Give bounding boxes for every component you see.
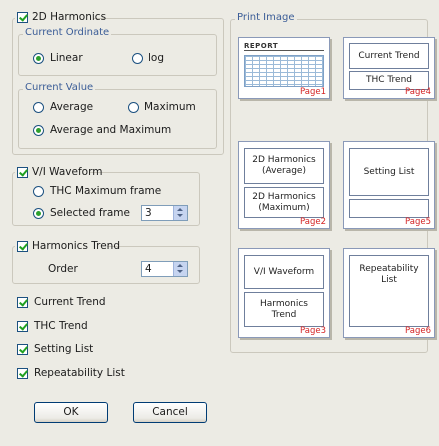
frame-spinner-value: 3	[145, 207, 152, 219]
vi-waveform-header[interactable]: V/I Waveform	[15, 166, 102, 180]
radio-thc-maximum-frame[interactable]: THC Maximum frame	[33, 185, 173, 198]
page6-repeatability-list-box: Repeatability List	[349, 255, 429, 327]
page3-vi-waveform-box: V/I Waveform	[244, 255, 324, 289]
print-image-legend: Print Image	[235, 12, 297, 24]
thc-trend-checkbox[interactable]	[17, 321, 28, 332]
vi-waveform-label: V/I Waveform	[32, 166, 103, 178]
ok-button[interactable]: OK	[34, 402, 108, 423]
frame-spinner[interactable]: 3	[141, 205, 188, 221]
radio-log[interactable]: log	[132, 52, 172, 65]
vi-waveform-checkbox[interactable]	[17, 167, 28, 178]
order-spinner-value: 4	[145, 263, 152, 275]
page-thumbnail-3[interactable]: V/I Waveform Harmonics Trend Page3	[238, 248, 330, 338]
harmonics-trend-checkbox[interactable]	[17, 241, 28, 252]
order-spinner[interactable]: 4	[141, 261, 188, 277]
report-title: REPORT	[244, 42, 279, 50]
thc-trend-label: THC Trend	[34, 320, 88, 332]
radio-linear-label: Linear	[50, 52, 83, 64]
page-thumbnail-6[interactable]: Repeatability List Page6	[343, 248, 435, 338]
current-ordinate-legend: Current Ordinate	[23, 27, 112, 39]
page5-empty-box	[349, 199, 429, 218]
radio-thc-maximum-frame-button[interactable]	[33, 186, 44, 197]
order-spinner-arrows-icon[interactable]	[173, 262, 187, 276]
page4-current-trend-box: Current Trend	[349, 43, 429, 69]
radio-average-and-maximum[interactable]: Average and Maximum	[33, 124, 183, 137]
harmonics-2d-header[interactable]: 2D Harmonics	[15, 11, 106, 25]
harmonics-2d-label: 2D Harmonics	[32, 11, 107, 23]
radio-average-and-maximum-button[interactable]	[33, 125, 44, 136]
report-divider	[244, 50, 324, 51]
radio-log-label: log	[148, 52, 165, 64]
harmonics-trend-header[interactable]: Harmonics Trend	[15, 240, 120, 254]
radio-average[interactable]: Average	[33, 101, 113, 114]
page-number-6: Page6	[405, 326, 431, 336]
page-thumbnail-4[interactable]: Current Trend THC Trend Page4	[343, 37, 435, 99]
radio-maximum[interactable]: Maximum	[128, 101, 208, 114]
radio-linear[interactable]: Linear	[33, 52, 93, 65]
current-value-legend: Current Value	[23, 82, 96, 94]
radio-thc-maximum-frame-label: THC Maximum frame	[50, 185, 162, 197]
setting-list-option[interactable]: Setting List	[17, 343, 137, 356]
page-thumbnail-1[interactable]: REPORT Page1	[238, 37, 330, 99]
cancel-button[interactable]: Cancel	[133, 402, 207, 423]
frame-spinner-arrows-icon[interactable]	[173, 206, 187, 220]
radio-average-label: Average	[50, 101, 94, 113]
radio-log-button[interactable]	[132, 53, 143, 64]
page-thumbnail-2[interactable]: 2D Harmonics (Average) 2D Harmonics (Max…	[238, 141, 330, 229]
radio-average-and-maximum-label: Average and Maximum	[50, 124, 172, 136]
page-number-1: Page1	[300, 87, 326, 97]
harmonics-2d-checkbox[interactable]	[17, 12, 28, 23]
thc-trend-option[interactable]: THC Trend	[17, 320, 137, 333]
page-number-2: Page2	[300, 217, 326, 227]
harmonics-trend-label: Harmonics Trend	[32, 240, 121, 252]
radio-linear-button[interactable]	[33, 53, 44, 64]
radio-average-button[interactable]	[33, 102, 44, 113]
repeatability-list-checkbox[interactable]	[17, 368, 28, 379]
page2-harmonics-average-box: 2D Harmonics (Average)	[244, 148, 324, 184]
page-number-4: Page4	[405, 87, 431, 97]
page2-harmonics-maximum-box: 2D Harmonics (Maximum)	[244, 187, 324, 218]
current-trend-option[interactable]: Current Trend	[17, 296, 137, 309]
repeatability-list-option[interactable]: Repeatability List	[17, 367, 157, 380]
radio-maximum-label: Maximum	[144, 101, 196, 113]
page-number-3: Page3	[300, 326, 326, 336]
repeatability-list-label: Repeatability List	[34, 367, 125, 379]
current-trend-checkbox[interactable]	[17, 297, 28, 308]
radio-selected-frame-button[interactable]	[33, 208, 44, 219]
radio-selected-frame-label: Selected frame	[50, 207, 130, 219]
current-trend-label: Current Trend	[34, 296, 106, 308]
setting-list-label: Setting List	[34, 343, 94, 355]
page-number-5: Page5	[405, 217, 431, 227]
setting-list-checkbox[interactable]	[17, 344, 28, 355]
report-table-icon	[244, 55, 324, 87]
order-label: Order	[48, 263, 78, 275]
page-thumbnail-5[interactable]: Setting List Page5	[343, 141, 435, 229]
current-value-group	[18, 89, 217, 149]
page3-harmonics-trend-box: Harmonics Trend	[244, 292, 324, 327]
radio-maximum-button[interactable]	[128, 102, 139, 113]
radio-selected-frame[interactable]: Selected frame	[33, 207, 133, 220]
page5-setting-list-box: Setting List	[349, 148, 429, 196]
